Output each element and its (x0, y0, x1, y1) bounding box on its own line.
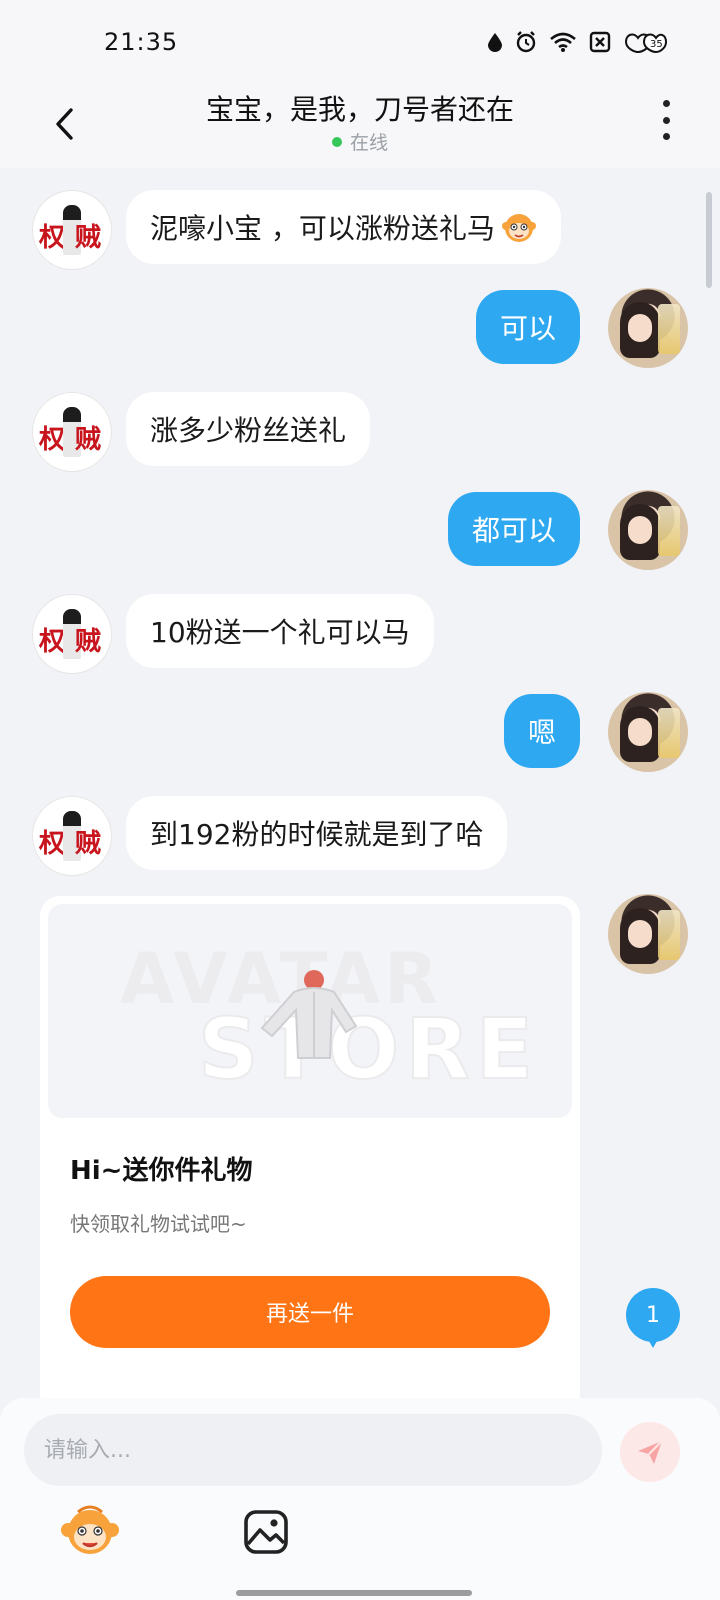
user-avatar[interactable] (608, 894, 688, 974)
home-indicator[interactable] (236, 1590, 472, 1596)
message-text: 都可以 (471, 514, 556, 547)
message-bubble-received[interactable]: 10粉送一个礼可以马 (126, 594, 434, 668)
avatar-logo-char: 贼 (75, 425, 102, 455)
droplet-icon (486, 31, 504, 53)
more-options-button[interactable] (654, 100, 678, 140)
svg-text:35: 35 (650, 39, 663, 50)
new-message-count: 1 (626, 1288, 680, 1342)
more-dot-icon (662, 133, 670, 140)
message-bubble-sent[interactable]: 可以 (475, 290, 580, 364)
chat-header: 宝宝，是我，刀号者还在 在线 (0, 88, 720, 168)
emoji-button[interactable] (60, 1502, 120, 1558)
image-icon (244, 1510, 288, 1554)
image-picker-button[interactable] (242, 1508, 290, 1556)
contact-avatar[interactable]: 权 贼 (32, 594, 112, 674)
send-button[interactable] (620, 1422, 680, 1482)
contact-avatar[interactable]: 权 贼 (32, 392, 112, 472)
avatar-logo-char: 权 (39, 627, 66, 657)
sim-off-icon (588, 30, 612, 54)
message-list[interactable]: 权 贼 泥嚎小宝 ，可以涨粉送礼马 可以 权 贼 涨多少粉丝送礼 都可以 权 贼… (0, 168, 720, 1398)
avatar-logo-char: 权 (39, 223, 66, 253)
message-text: 10粉送一个礼可以马 (150, 616, 410, 649)
avatar-logo-char: 贼 (75, 829, 102, 859)
gift-card[interactable]: AVATAR STORE Hi~送你件礼物 快领取礼物试试吧~ 再送一件 (40, 896, 580, 1398)
message-text: 嗯 (527, 716, 556, 749)
avatar-logo-char: 贼 (75, 223, 102, 253)
avatar-cup (658, 708, 680, 758)
gift-title: Hi~送你件礼物 (70, 1156, 253, 1186)
status-time: 21:35 (104, 28, 179, 56)
gift-subtitle: 快领取礼物试试吧~ (70, 1212, 247, 1236)
avatar-face (628, 314, 652, 342)
message-bubble-received[interactable]: 涨多少粉丝送礼 (126, 392, 371, 466)
avatar-cup (658, 304, 680, 354)
message-text: 到192粉的时候就是到了哈 (150, 818, 484, 851)
chat-title: 宝宝，是我，刀号者还在 (205, 93, 514, 126)
new-message-badge[interactable]: 1 (626, 1288, 680, 1350)
battery-icon: 35 (622, 30, 668, 54)
online-dot-icon (331, 136, 342, 147)
avatar-logo-char: 权 (39, 829, 66, 859)
status-bar: 21:35 35 (0, 0, 720, 88)
more-dot-icon (662, 100, 670, 107)
message-text: 涨多少粉丝送礼 (150, 414, 347, 447)
avatar-logo-char: 贼 (75, 627, 102, 657)
avatar-face (628, 718, 652, 746)
contact-avatar[interactable]: 权 贼 (32, 796, 112, 876)
status-icons: 35 (486, 30, 668, 54)
gift-jacket-icon (260, 970, 358, 1059)
gift-image[interactable]: AVATAR STORE (48, 904, 572, 1118)
user-avatar[interactable] (608, 490, 688, 570)
avatar-cup (658, 910, 680, 960)
watermark-store: STORE (197, 999, 540, 1099)
user-avatar[interactable] (608, 288, 688, 368)
send-another-gift-button[interactable]: 再送一件 (70, 1276, 550, 1348)
online-status-label: 在线 (349, 132, 388, 154)
wifi-icon (548, 31, 578, 53)
scrollbar[interactable] (706, 192, 712, 288)
alarm-icon (514, 30, 538, 54)
input-panel (0, 1398, 720, 1600)
monkey-emoji-icon (501, 210, 537, 244)
online-status: 在线 (0, 128, 720, 155)
send-icon (638, 1440, 663, 1464)
avatar-face (628, 516, 652, 544)
message-text: 可以 (499, 312, 556, 345)
message-bubble-received[interactable]: 到192粉的时候就是到了哈 (126, 796, 508, 870)
monkey-emoji-icon (61, 1505, 119, 1554)
message-text: 泥嚎小宝 ，可以涨粉送礼马 (150, 212, 495, 245)
contact-avatar[interactable]: 权 贼 (32, 190, 112, 270)
avatar-cup (658, 506, 680, 556)
message-bubble-sent[interactable]: 都可以 (447, 492, 580, 566)
message-input[interactable] (24, 1414, 602, 1486)
message-bubble-received[interactable]: 泥嚎小宝 ，可以涨粉送礼马 (126, 190, 561, 264)
user-avatar[interactable] (608, 692, 688, 772)
more-dot-icon (662, 116, 670, 124)
message-bubble-sent[interactable]: 嗯 (503, 694, 580, 768)
avatar-logo-char: 权 (39, 425, 66, 455)
badge-tail (646, 1336, 660, 1348)
avatar-face (628, 920, 652, 948)
